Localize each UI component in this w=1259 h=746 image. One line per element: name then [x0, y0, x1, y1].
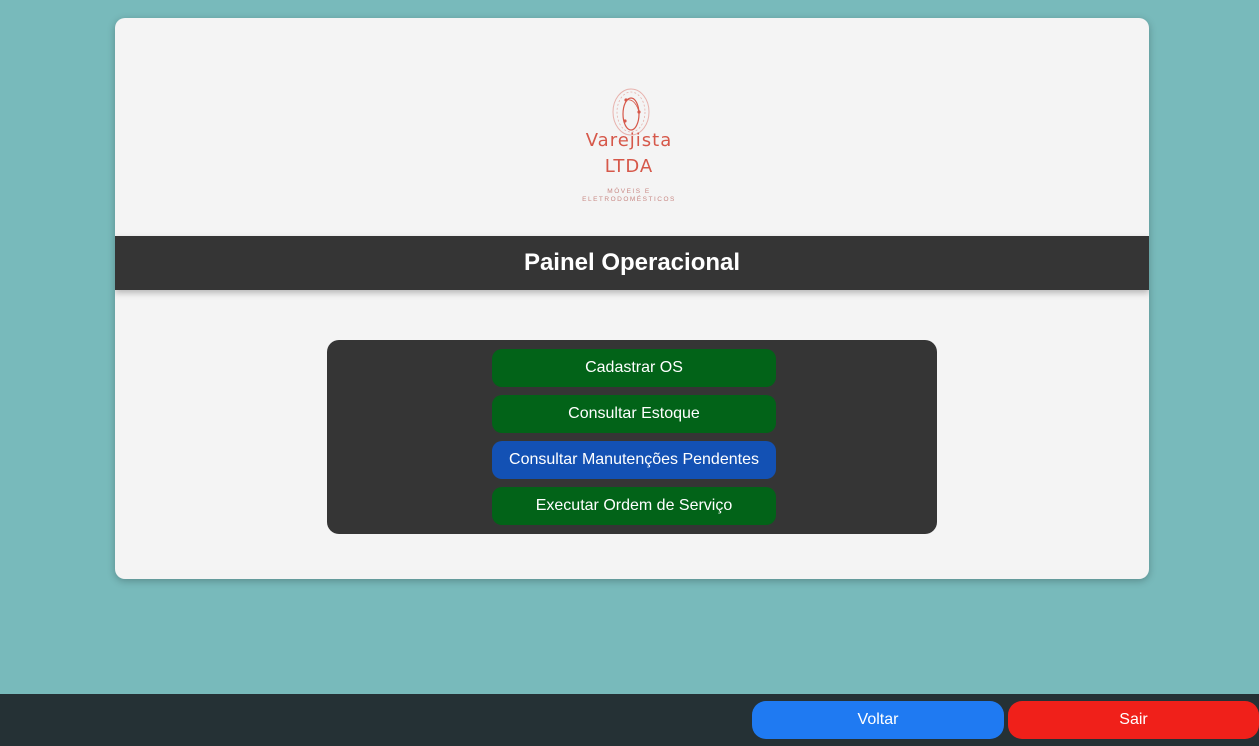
footer-bar: Voltar Sair	[0, 694, 1259, 746]
logo-tagline-line2: ELETRODOMÉSTICOS	[582, 196, 676, 203]
logo-name-line1: Varejista	[585, 130, 673, 151]
operations-menu: Cadastrar OS Consultar Estoque Consultar…	[327, 340, 937, 534]
pending-maintenance-button[interactable]: Consultar Manutenções Pendentes	[492, 441, 776, 479]
check-stock-button[interactable]: Consultar Estoque	[492, 395, 776, 433]
back-button[interactable]: Voltar	[752, 701, 1004, 739]
page-title: Painel Operacional	[523, 249, 741, 276]
title-bar: Painel Operacional	[115, 236, 1149, 290]
company-logo: Varejista LTDA MÓVEIS E ELETRODOMÉSTICOS	[569, 88, 689, 208]
logo-name-line2: LTDA	[604, 156, 654, 177]
execute-service-order-button[interactable]: Executar Ordem de Serviço	[492, 487, 776, 525]
register-os-button[interactable]: Cadastrar OS	[492, 349, 776, 387]
logo-tagline-line1: MÓVEIS E	[607, 188, 651, 195]
main-card: Varejista LTDA MÓVEIS E ELETRODOMÉSTICOS…	[115, 18, 1149, 579]
exit-button[interactable]: Sair	[1008, 701, 1259, 739]
